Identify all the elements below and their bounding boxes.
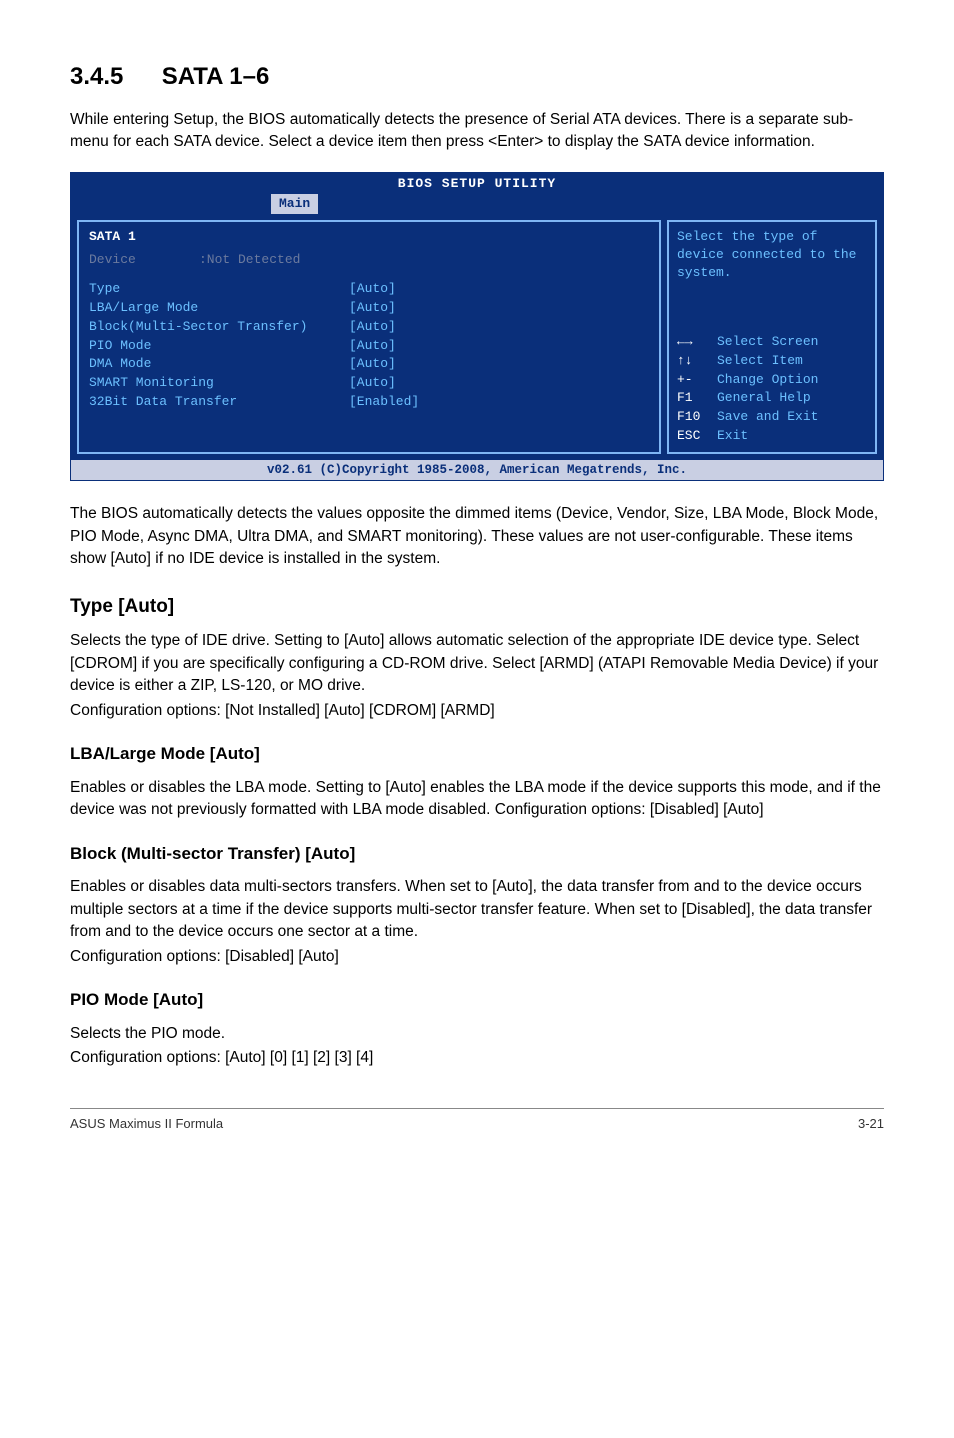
bios-key-row: +- Change Option	[677, 371, 867, 390]
type-paragraph: Selects the type of IDE drive. Setting t…	[70, 630, 884, 697]
bios-row[interactable]: PIO Mode [Auto]	[89, 337, 649, 356]
section-number: 3.4.5	[70, 60, 123, 95]
bios-row-value: [Auto]	[349, 355, 396, 374]
after-bios-paragraph: The BIOS automatically detects the value…	[70, 503, 884, 570]
bios-key-label: General Help	[717, 389, 811, 408]
bios-row-label: SMART Monitoring	[89, 374, 349, 393]
intro-paragraph: While entering Setup, the BIOS automatic…	[70, 109, 884, 154]
bios-tab-main[interactable]: Main	[271, 194, 318, 215]
block-config-options: Configuration options: [Disabled] [Auto]	[70, 946, 884, 968]
bios-key-label: Exit	[717, 427, 748, 446]
bios-key-row: ↑↓ Select Item	[677, 352, 867, 371]
bios-copyright: v02.61 (C)Copyright 1985-2008, American …	[71, 460, 883, 480]
block-heading: Block (Multi-sector Transfer) [Auto]	[70, 842, 884, 867]
bios-row[interactable]: Type [Auto]	[89, 280, 649, 299]
bios-device-value: :Not Detected	[199, 251, 300, 270]
bios-row[interactable]: LBA/Large Mode [Auto]	[89, 299, 649, 318]
bios-row-label: 32Bit Data Transfer	[89, 393, 349, 412]
bios-key-label: Select Screen	[717, 333, 818, 352]
bios-row-value: [Auto]	[349, 337, 396, 356]
pio-config-options: Configuration options: [Auto] [0] [1] [2…	[70, 1047, 884, 1069]
bios-row-label: DMA Mode	[89, 355, 349, 374]
plus-minus-icon: +-	[677, 371, 717, 390]
bios-key-label: Change Option	[717, 371, 818, 390]
arrow-ud-icon: ↑↓	[677, 352, 717, 371]
footer-left: ASUS Maximus II Formula	[70, 1115, 223, 1134]
bios-row-value: [Enabled]	[349, 393, 419, 412]
bios-device-header: SATA 1	[89, 228, 649, 247]
bios-settings-panel: SATA 1 Device :Not Detected Type [Auto] …	[77, 220, 661, 454]
bios-row-value: [Auto]	[349, 299, 396, 318]
bios-key-row: ESC Exit	[677, 427, 867, 446]
block-paragraph: Enables or disables data multi-sectors t…	[70, 876, 884, 943]
bios-device-row: Device :Not Detected	[89, 251, 649, 270]
bios-tab-row: Main	[71, 194, 883, 217]
bios-key-label: Select Item	[717, 352, 803, 371]
bios-key-row: F1 General Help	[677, 389, 867, 408]
bios-row[interactable]: 32Bit Data Transfer [Enabled]	[89, 393, 649, 412]
footer-page-number: 3-21	[858, 1115, 884, 1134]
bios-row-label: LBA/Large Mode	[89, 299, 349, 318]
bios-row-value: [Auto]	[349, 280, 396, 299]
bios-row-value: [Auto]	[349, 318, 396, 337]
bios-help-text: Select the type of device connected to t…	[677, 228, 867, 281]
pio-paragraph: Selects the PIO mode.	[70, 1023, 884, 1045]
bios-key: F10	[677, 408, 717, 427]
bios-row-label: Type	[89, 280, 349, 299]
bios-key-row: ←→ Select Screen	[677, 333, 867, 352]
bios-title: BIOS SETUP UTILITY	[71, 173, 883, 194]
lba-paragraph: Enables or disables the LBA mode. Settin…	[70, 777, 884, 822]
arrow-lr-icon: ←→	[677, 333, 717, 352]
bios-row-value: [Auto]	[349, 374, 396, 393]
type-heading: Type [Auto]	[70, 593, 884, 621]
bios-key-row: F10 Save and Exit	[677, 408, 867, 427]
lba-heading: LBA/Large Mode [Auto]	[70, 742, 884, 767]
bios-key: ESC	[677, 427, 717, 446]
pio-heading: PIO Mode [Auto]	[70, 988, 884, 1013]
bios-key: F1	[677, 389, 717, 408]
type-config-options: Configuration options: [Not Installed] […	[70, 700, 884, 722]
bios-row[interactable]: DMA Mode [Auto]	[89, 355, 649, 374]
section-header: 3.4.5 SATA 1–6	[70, 60, 884, 95]
bios-row[interactable]: Block(Multi-Sector Transfer) [Auto]	[89, 318, 649, 337]
bios-key-label: Save and Exit	[717, 408, 818, 427]
page-footer: ASUS Maximus II Formula 3-21	[70, 1108, 884, 1134]
bios-body: SATA 1 Device :Not Detected Type [Auto] …	[71, 216, 883, 460]
bios-help-pane: Select the type of device connected to t…	[667, 220, 877, 454]
bios-row-label: PIO Mode	[89, 337, 349, 356]
bios-device-label: Device	[89, 251, 199, 270]
bios-key-legend: ←→ Select Screen ↑↓ Select Item +- Chang…	[677, 333, 867, 446]
bios-left-pane: SATA 1 Device :Not Detected Type [Auto] …	[71, 216, 667, 460]
bios-row[interactable]: SMART Monitoring [Auto]	[89, 374, 649, 393]
section-title: SATA 1–6	[162, 60, 270, 95]
bios-panel: BIOS SETUP UTILITY Main SATA 1 Device :N…	[70, 172, 884, 481]
bios-row-label: Block(Multi-Sector Transfer)	[89, 318, 349, 337]
